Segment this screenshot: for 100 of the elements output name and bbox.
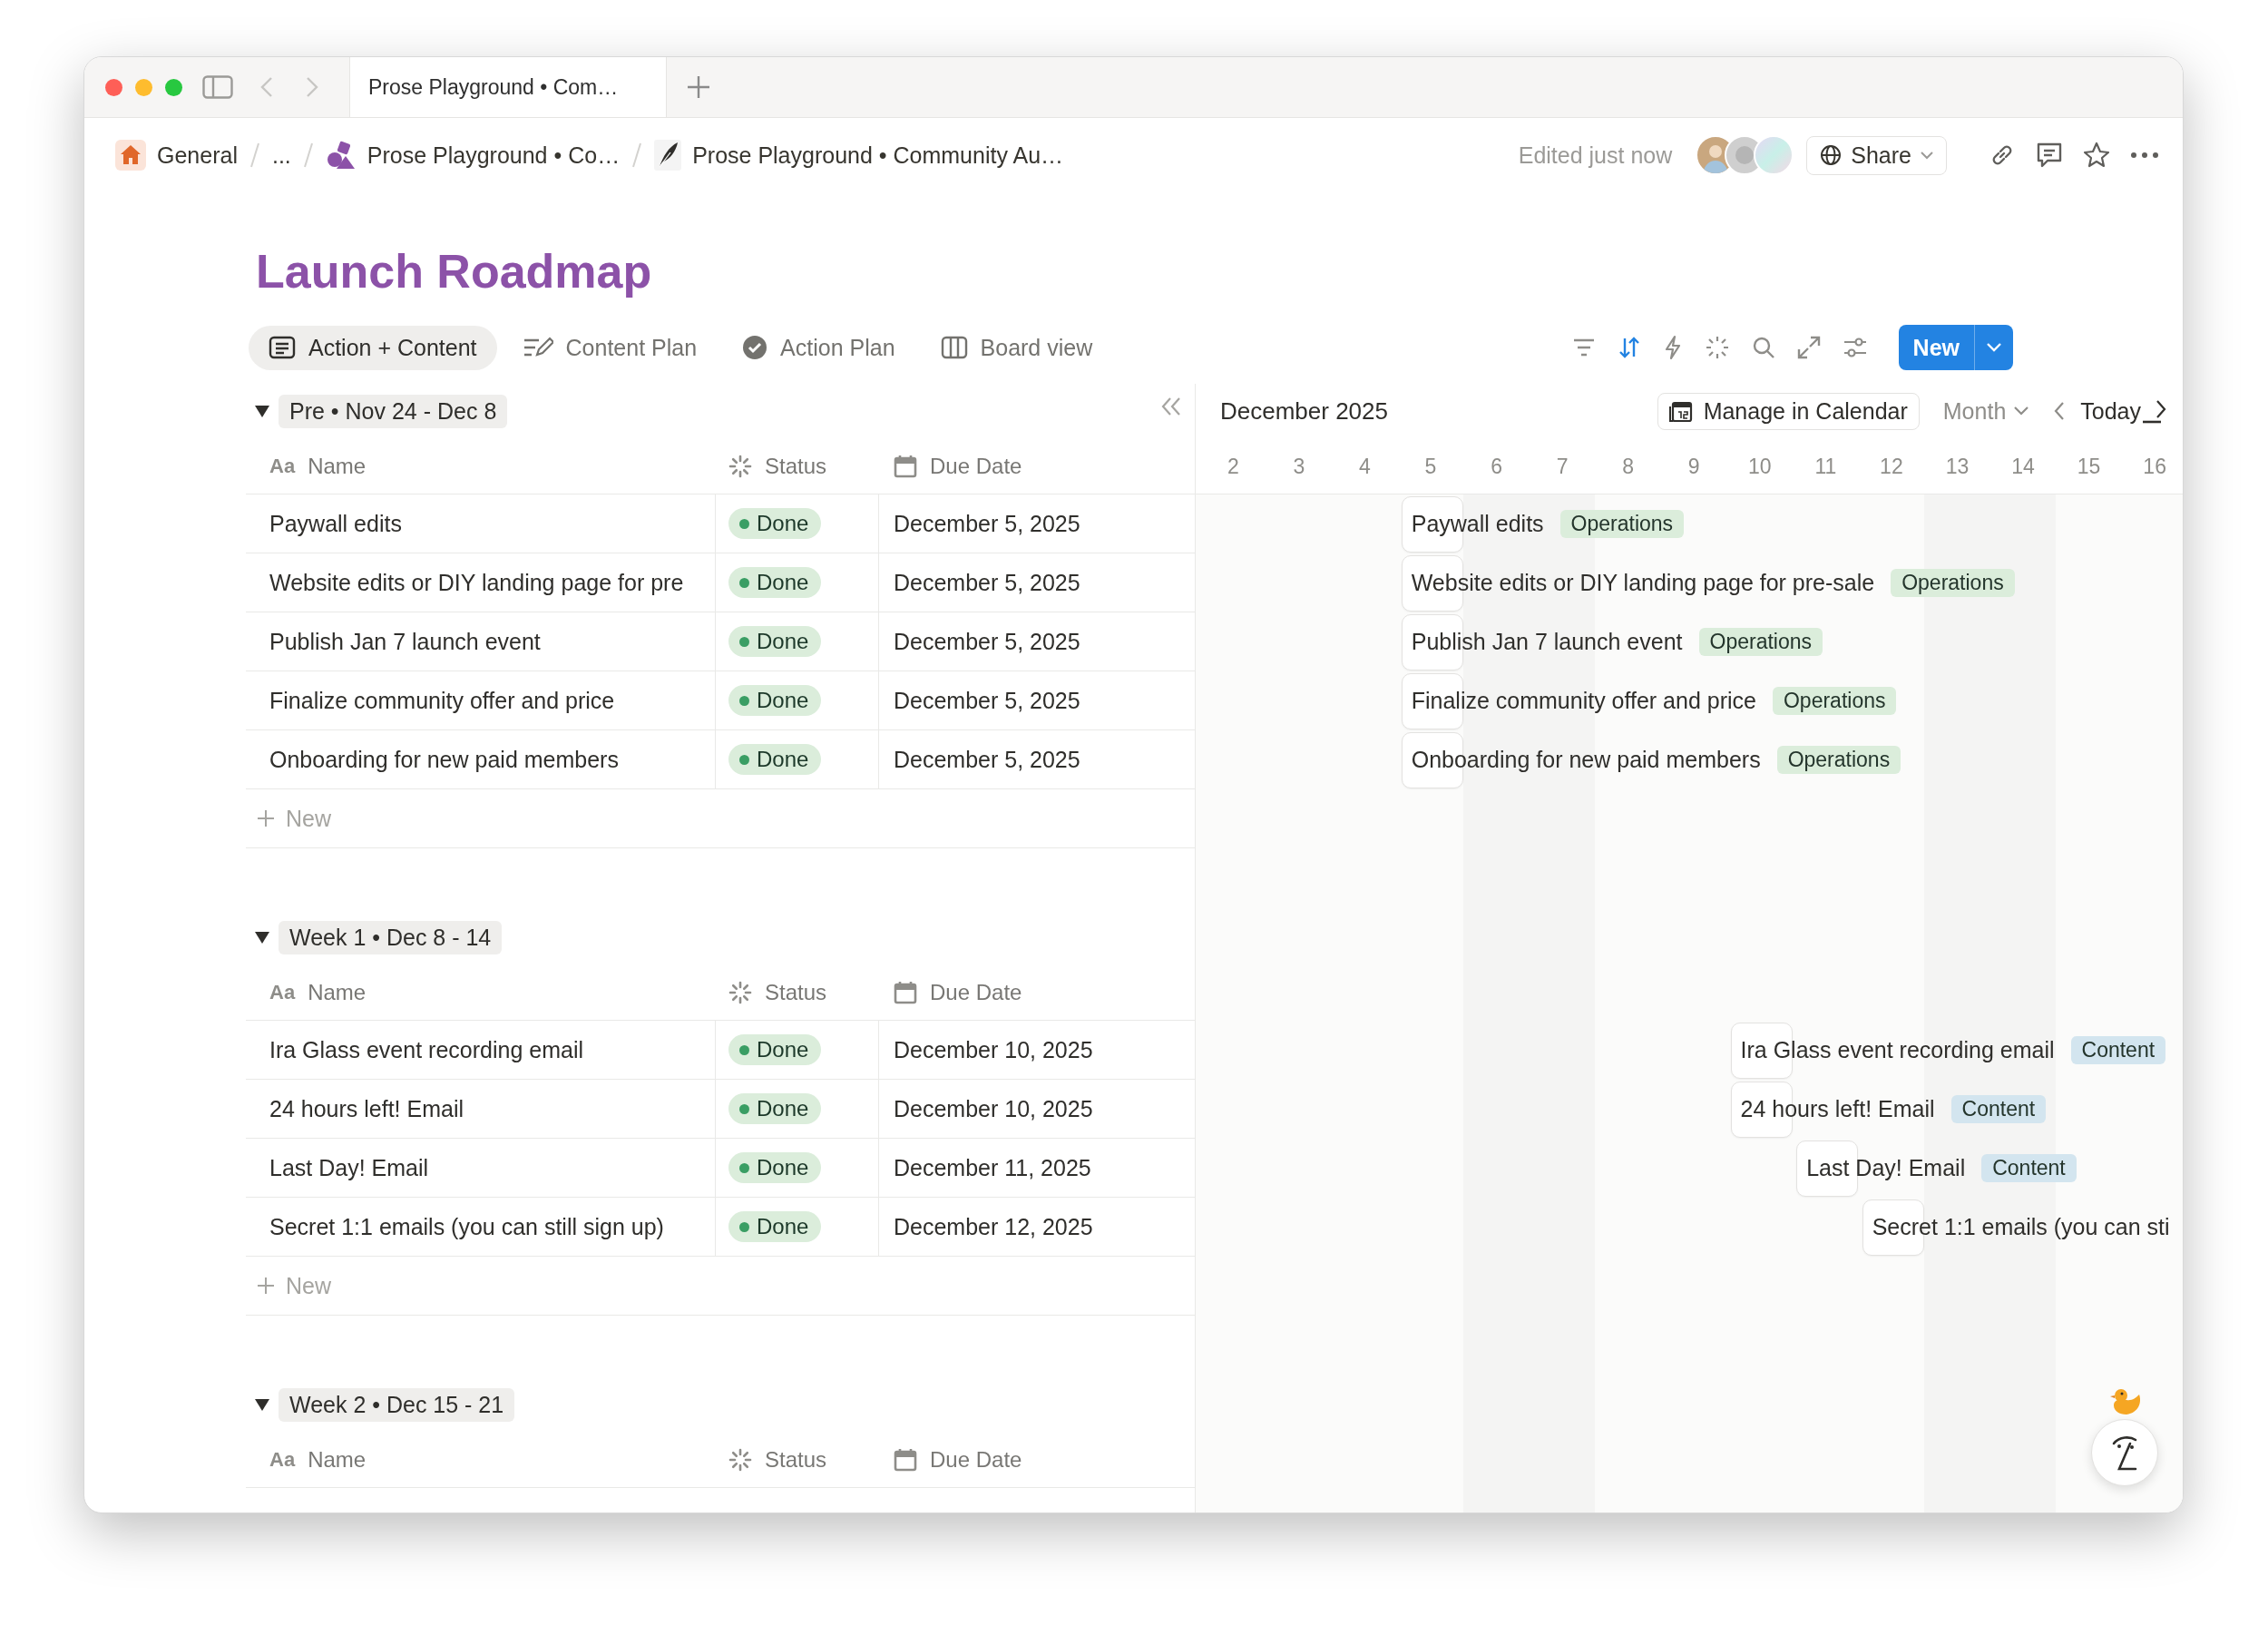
sparkle-icon[interactable]	[1704, 335, 1730, 361]
timeline-item[interactable]: Website edits or DIY landing page for pre-sale Operations	[1401, 554, 2015, 612]
share-button[interactable]: Share	[1806, 135, 1947, 175]
timeline-label: Onboarding for new paid members	[1411, 747, 1761, 774]
new-tab-icon[interactable]	[687, 75, 710, 99]
manage-calendar-button[interactable]: Manage in Calendar	[1657, 392, 1920, 430]
column-header[interactable]: Status	[765, 979, 827, 1005]
status-icon	[728, 454, 752, 478]
day-number: 5	[1423, 454, 1438, 481]
day-number: 4	[1358, 454, 1372, 481]
category-tag: Content	[1981, 1154, 2077, 1183]
day-number: 13	[1944, 454, 1970, 481]
calendar-icon	[894, 454, 917, 478]
column-header[interactable]: Due Date	[930, 979, 1022, 1005]
timeline-label: Last Day! Email	[1806, 1155, 1966, 1182]
timeline-label: Finalize community offer and price	[1411, 688, 1756, 715]
view-tab[interactable]: Action + Content	[249, 325, 497, 370]
column-header[interactable]: Due Date	[930, 1446, 1022, 1473]
day-number: 3	[1292, 454, 1306, 481]
column-header[interactable]: Name	[308, 979, 367, 1005]
view-tab[interactable]: Action Plan	[722, 325, 915, 370]
group-label: Week 2 • Dec 15 - 21	[279, 1387, 515, 1422]
timeline-label: Secret 1:1 emails (you can sti	[1872, 1214, 2170, 1241]
text-type-icon: Aa	[269, 454, 296, 478]
table-cell: Ira Glass event recording email	[269, 1036, 583, 1063]
browser-tab[interactable]: Prose Playground • Com…	[349, 57, 667, 117]
column-header[interactable]: Name	[308, 1446, 367, 1473]
day-number: 16	[2142, 454, 2167, 481]
day-number: 15	[2076, 454, 2102, 481]
collapse-icon[interactable]	[1160, 396, 1182, 417]
settings-icon[interactable]	[1842, 337, 1868, 359]
search-icon[interactable]	[1751, 336, 1775, 360]
table-cell: December 5, 2025	[894, 746, 1080, 773]
new-button[interactable]: New	[1898, 325, 2013, 371]
more-icon[interactable]	[2130, 152, 2159, 159]
calendar-month: December 2025	[1220, 396, 1388, 426]
timeline-item[interactable]: Onboarding for new paid members Operations	[1401, 731, 1901, 788]
timeline-item[interactable]: Publish Jan 7 launch event Operations	[1401, 613, 1823, 671]
table-cell: December 5, 2025	[894, 687, 1080, 714]
timeline-item[interactable]: 24 hours left! Email Content	[1730, 1081, 2047, 1138]
status-tag: Done	[728, 1211, 822, 1243]
column-header[interactable]: Status	[765, 1446, 827, 1473]
home-icon	[115, 140, 146, 171]
day-number: 8	[1621, 454, 1636, 481]
check-circle-icon	[742, 335, 768, 361]
list-icon	[269, 336, 296, 360]
column-header[interactable]: Name	[308, 453, 367, 479]
timeline-item[interactable]: Ira Glass event recording email Content	[1730, 1022, 2166, 1079]
chevron-down-icon	[1921, 151, 1933, 160]
category-tag: Operations	[1891, 569, 2015, 598]
slash-separator	[632, 142, 642, 168]
timeline-label: Paywall edits	[1411, 511, 1544, 538]
breadcrumb-link[interactable]: Prose Playground • Co…	[367, 142, 621, 169]
star-icon[interactable]	[2083, 142, 2110, 169]
column-header[interactable]: Due Date	[930, 453, 1022, 479]
table-cell: Onboarding for new paid members	[269, 746, 619, 773]
table-cell: December 5, 2025	[894, 628, 1080, 655]
view-tab[interactable]: Content Plan	[502, 325, 718, 370]
table-cell: Last Day! Email	[269, 1154, 429, 1181]
slash-separator	[249, 142, 259, 168]
table-cell: December 10, 2025	[894, 1036, 1093, 1063]
status-tag: Done	[728, 626, 822, 658]
sidebar-icon[interactable]	[202, 75, 233, 99]
table-cell: 24 hours left! Email	[269, 1095, 464, 1122]
timeline-item[interactable]: Paywall edits Operations	[1401, 495, 1685, 553]
table-cell: Paywall edits	[269, 510, 402, 537]
category-tag: Operations	[1772, 687, 1897, 716]
day-number: 6	[1490, 454, 1503, 481]
page-title: Launch Roadmap	[256, 244, 653, 299]
group-label: Pre • Nov 24 - Dec 8	[279, 394, 508, 428]
plus-icon	[257, 1277, 275, 1296]
timeline-item[interactable]: Finalize community offer and price Operations	[1401, 672, 1897, 729]
slash-separator	[303, 142, 313, 168]
column-header[interactable]: Status	[765, 453, 827, 479]
today-button[interactable]: Today	[2080, 397, 2141, 425]
text-type-icon: Aa	[269, 1447, 296, 1472]
close-button[interactable]	[105, 78, 122, 96]
table-cell: December 5, 2025	[894, 569, 1080, 596]
timeline-item[interactable]: Secret 1:1 emails (you can sti	[1862, 1199, 2170, 1256]
sort-icon[interactable]	[1617, 336, 1641, 360]
category-tag: Content	[2070, 1036, 2166, 1065]
breadcrumb-link[interactable]: General	[157, 142, 238, 169]
comment-icon[interactable]	[2036, 142, 2063, 169]
calendar-icon	[1668, 399, 1693, 424]
expand-icon[interactable]	[1796, 336, 1821, 360]
filter-icon[interactable]	[1571, 338, 1596, 358]
feather-icon	[654, 140, 682, 171]
view-tab[interactable]: Board view	[920, 325, 1113, 370]
day-number: 7	[1555, 454, 1569, 481]
status-tag: Done	[728, 1034, 822, 1066]
category-tag: Operations	[1698, 628, 1823, 657]
breadcrumb-link[interactable]: ...	[271, 142, 291, 169]
timeline-item[interactable]: Last Day! Email Content	[1796, 1140, 2077, 1197]
previous-icon[interactable]	[2053, 401, 2067, 422]
breadcrumb-link[interactable]: Prose Playground • Community Au…	[692, 142, 1064, 169]
status-tag: Done	[728, 744, 822, 776]
text-type-icon: Aa	[269, 980, 296, 1004]
zoom-button[interactable]	[165, 78, 182, 96]
status-tag: Done	[728, 567, 822, 599]
status-tag: Done	[728, 508, 822, 540]
